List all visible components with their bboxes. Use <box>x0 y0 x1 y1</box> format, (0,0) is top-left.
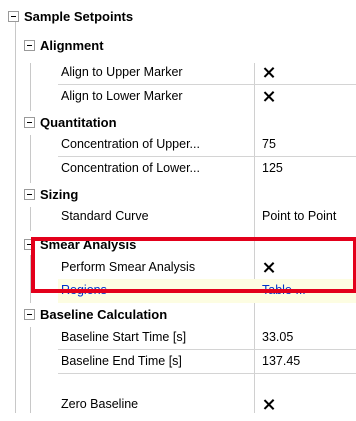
property-baseline-end-time[interactable]: Baseline End Time [s] 137.45 <box>0 350 356 374</box>
collapse-icon[interactable] <box>24 40 35 51</box>
collapse-icon[interactable] <box>8 11 19 22</box>
property-value[interactable]: 125 <box>262 161 283 175</box>
checkbox-checked-icon[interactable] <box>263 399 274 410</box>
property-name: Baseline Start Time [s] <box>61 330 187 344</box>
property-name: Align to Upper Marker <box>61 65 183 79</box>
property-align-upper-marker[interactable]: Align to Upper Marker <box>0 61 356 85</box>
collapse-icon[interactable] <box>24 117 35 128</box>
property-value[interactable]: Table ... <box>262 283 306 297</box>
property-value[interactable]: 33.05 <box>262 330 293 344</box>
checkbox-checked-icon[interactable] <box>263 91 274 102</box>
property-zero-baseline[interactable]: Zero Baseline <box>0 397 356 421</box>
category-sample-setpoints[interactable]: Sample Setpoints <box>0 6 356 30</box>
property-concentration-upper[interactable]: Concentration of Upper... 75 <box>0 133 356 157</box>
property-name: Perform Smear Analysis <box>61 260 196 274</box>
property-name: Align to Lower Marker <box>61 89 183 103</box>
collapse-icon[interactable] <box>24 189 35 200</box>
collapse-icon[interactable] <box>24 309 35 320</box>
checkbox-checked-icon[interactable] <box>263 262 274 273</box>
property-concentration-lower[interactable]: Concentration of Lower... 125 <box>0 157 356 181</box>
property-name: Concentration of Upper... <box>61 137 200 151</box>
checkbox-checked-icon[interactable] <box>263 67 274 78</box>
property-name: Regions <box>61 283 107 297</box>
property-align-lower-marker[interactable]: Align to Lower Marker <box>0 85 356 109</box>
category-label: Baseline Calculation <box>40 307 168 322</box>
category-alignment[interactable]: Alignment <box>0 35 356 59</box>
property-regions[interactable]: Regions Table ... <box>58 279 356 303</box>
property-perform-smear-analysis[interactable]: Perform Smear Analysis <box>0 256 356 280</box>
property-value[interactable]: Point to Point <box>262 209 336 223</box>
category-label: Smear Analysis <box>40 237 137 252</box>
collapse-icon[interactable] <box>24 239 35 250</box>
property-name: Zero Baseline <box>61 397 139 411</box>
property-value[interactable]: 75 <box>262 137 276 151</box>
property-name: Concentration of Lower... <box>61 161 200 175</box>
property-name: Standard Curve <box>61 209 149 223</box>
category-label: Sample Setpoints <box>24 9 134 24</box>
category-smear-analysis[interactable]: Smear Analysis <box>0 234 356 258</box>
category-label: Quantitation <box>40 115 117 130</box>
property-value[interactable]: 137.45 <box>262 354 300 368</box>
row-separator <box>58 373 356 374</box>
category-label: Sizing <box>40 187 79 202</box>
property-standard-curve[interactable]: Standard Curve Point to Point <box>0 205 356 229</box>
category-label: Alignment <box>40 38 104 53</box>
category-baseline-calculation[interactable]: Baseline Calculation <box>0 304 356 328</box>
property-baseline-start-time[interactable]: Baseline Start Time [s] 33.05 <box>0 326 356 350</box>
property-name: Baseline End Time [s] <box>61 354 182 368</box>
